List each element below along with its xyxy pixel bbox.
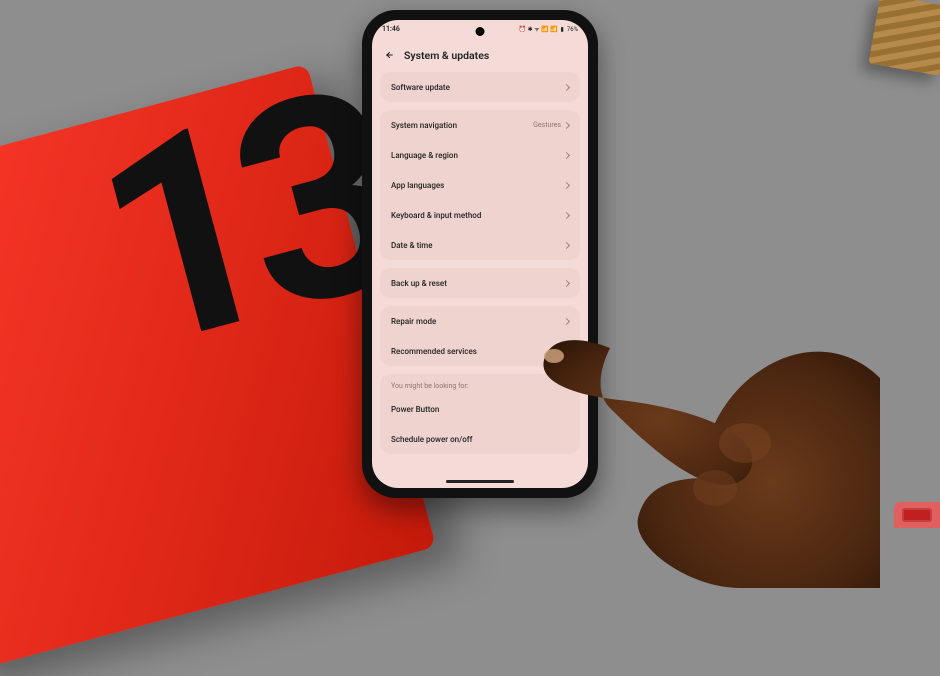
settings-group: Software update [380,72,580,102]
row-repair-mode[interactable]: Repair mode [380,306,580,336]
battery-icon: ▮ [561,26,564,33]
chevron-right-icon [563,181,570,188]
battery-text: 76% [567,26,578,33]
row-power-button[interactable]: Power Button [380,394,580,424]
chevron-right-icon [563,211,570,218]
row-right [564,319,569,324]
row-right [564,281,569,286]
settings-group: Repair mode Recommended services [380,306,580,366]
row-right [564,85,569,90]
chevron-right-icon [563,317,570,324]
row-label: Schedule power on/off [391,435,472,444]
row-right: Gestures [533,121,569,129]
gesture-nav-bar[interactable] [446,480,514,483]
row-label: Repair mode [391,317,436,326]
page-header: System & updates [372,38,588,72]
row-date-time[interactable]: Date & time [380,230,580,260]
chevron-right-icon [563,121,570,128]
row-system-navigation[interactable]: System navigation Gestures [380,110,580,140]
camera-punch-hole [476,27,485,36]
row-right [564,183,569,188]
row-right [564,153,569,158]
wood-block [868,0,940,76]
row-software-update[interactable]: Software update [380,72,580,102]
row-value: Gestures [533,121,561,129]
row-right [564,213,569,218]
back-arrow-icon[interactable] [384,50,394,60]
settings-group: System navigation Gestures Language & re… [380,110,580,260]
chevron-right-icon [563,279,570,286]
row-label: Date & time [391,241,433,250]
row-recommended-services[interactable]: Recommended services [380,336,580,366]
row-label: Language & region [391,151,458,160]
page-title: System & updates [404,49,489,62]
row-schedule-power[interactable]: Schedule power on/off [380,424,580,454]
chevron-right-icon [563,241,570,248]
row-label: Keyboard & input method [391,211,481,220]
row-language-region[interactable]: Language & region [380,140,580,170]
chevron-right-icon [563,347,570,354]
row-label: Software update [391,83,450,92]
row-label: App languages [391,181,444,190]
row-right [564,349,569,354]
status-time: 11:46 [382,25,400,33]
row-label: Recommended services [391,347,477,356]
settings-content: Software update System navigation Gestur… [372,72,588,470]
settings-group: Back up & reset [380,268,580,298]
status-indicators: ⏰ ✱ ᯤ 📶 📶 ▮ 76% [519,25,578,33]
watermark-inner [902,508,932,522]
row-backup-reset[interactable]: Back up & reset [380,268,580,298]
chevron-right-icon [563,151,570,158]
status-icons: ⏰ ✱ ᯤ 📶 📶 [519,25,558,33]
settings-group-suggestions: You might be looking for: Power Button S… [380,374,580,454]
row-right [564,243,569,248]
watermark-logo [894,502,940,528]
chevron-right-icon [563,83,570,90]
phone-frame: 11:46 ⏰ ✱ ᯤ 📶 📶 ▮ 76% System & updates [362,10,598,498]
phone-screen: 11:46 ⏰ ✱ ᯤ 📶 📶 ▮ 76% System & updates [372,20,588,488]
row-keyboard-input[interactable]: Keyboard & input method [380,200,580,230]
row-label: System navigation [391,121,457,130]
suggestions-hint: You might be looking for: [380,374,580,394]
row-app-languages[interactable]: App languages [380,170,580,200]
row-label: Power Button [391,405,439,414]
row-label: Back up & reset [391,279,447,288]
